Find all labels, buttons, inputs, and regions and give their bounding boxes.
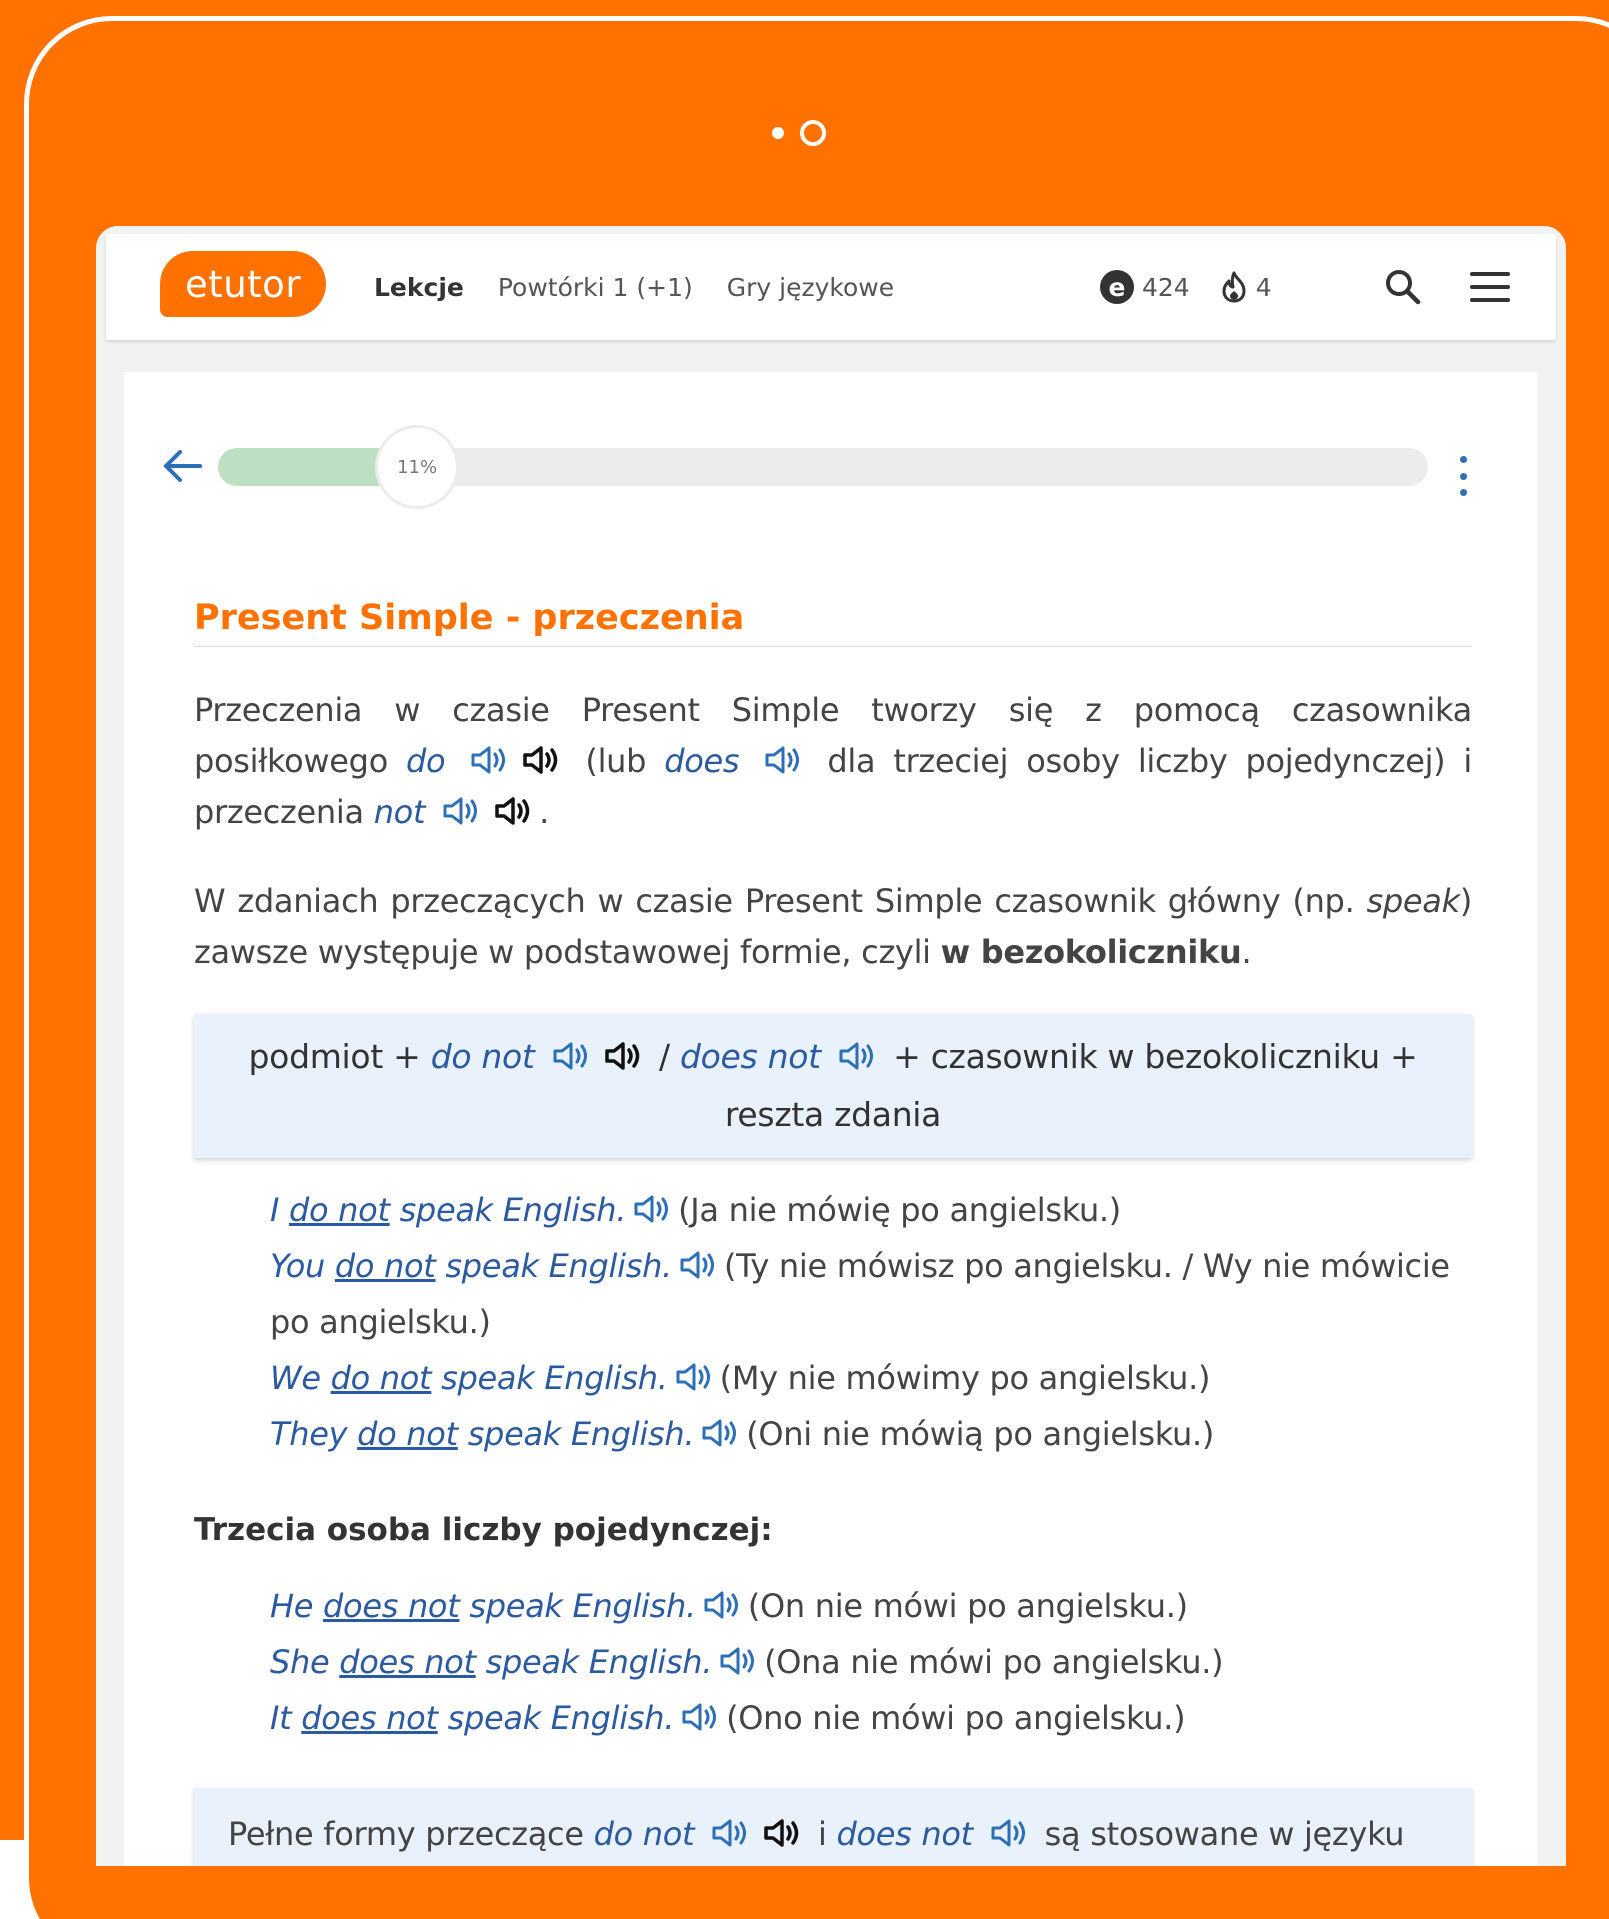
sensor-dot <box>771 127 784 139</box>
speaker-icon-dark[interactable] <box>493 795 533 827</box>
camera-ring <box>799 120 826 146</box>
speaker-icon[interactable] <box>763 744 803 776</box>
speaker-icon[interactable] <box>551 1040 591 1072</box>
note-box: Pełne formy przeczące do not i does not … <box>194 1788 1472 1866</box>
streak-counter[interactable]: 4 <box>1220 271 1272 303</box>
main-nav: Lekcje Powtórki 1 (+1) Gry językowe <box>374 234 894 340</box>
app-screen: etutor Lekcje Powtórki 1 (+1) Gry języko… <box>96 226 1566 1866</box>
speaker-icon[interactable] <box>678 1249 718 1281</box>
progress-knob: 11% <box>375 425 460 509</box>
back-arrow-icon[interactable] <box>160 446 204 486</box>
speaker-icon[interactable] <box>680 1701 720 1733</box>
progress-fill <box>218 448 382 486</box>
user-stats: e 424 4 <box>1100 234 1272 340</box>
speaker-icon-dark[interactable] <box>521 744 561 776</box>
example-sentence: We do not speak English. (My nie mówimy p… <box>270 1359 1211 1397</box>
nav-item-reviews[interactable]: Powtórki 1 (+1) <box>498 273 693 302</box>
etutor-logo[interactable]: etutor <box>160 251 326 317</box>
speaker-icon[interactable] <box>632 1193 672 1225</box>
more-options-icon[interactable] <box>1458 456 1468 496</box>
speaker-icon[interactable] <box>837 1040 877 1072</box>
nav-item-lessons[interactable]: Lekcje <box>374 273 464 302</box>
infinitive-paragraph: W zdaniach przeczących w czasie Present … <box>194 882 1472 971</box>
lesson-title: Present Simple - przeczenia <box>194 598 1472 647</box>
top-navigation-bar: etutor Lekcje Powtórki 1 (+1) Gry języko… <box>106 234 1556 340</box>
e-coin-icon: e <box>1100 270 1134 304</box>
speaker-icon[interactable] <box>441 795 481 827</box>
lesson-content: Present Simple - przeczenia Przeczenia w… <box>194 598 1472 1866</box>
streak-value: 4 <box>1255 272 1272 302</box>
example-sentence: He does not speak English. (On nie mówi p… <box>270 1587 1188 1625</box>
search-icon[interactable] <box>1383 267 1423 307</box>
third-person-examples: He does not speak English. (On nie mówi p… <box>194 1578 1472 1746</box>
example-sentence: She does not speak English. (Ona nie mówi… <box>270 1643 1224 1681</box>
example-sentence: You do not speak English. (Ty nie mówisz … <box>270 1247 1450 1341</box>
intro-paragraph: Przeczenia w czasie Present Simple tworz… <box>194 691 1472 831</box>
nav-item-language-games[interactable]: Gry językowe <box>727 273 894 302</box>
speaker-icon[interactable] <box>702 1589 742 1621</box>
example-sentence: They do not speak English. (Oni nie mówią… <box>270 1415 1215 1453</box>
formula-box: podmiot + do not / does not + czasownik … <box>194 1014 1472 1158</box>
lesson-card: 11% Present Simple - przeczenia Przeczen… <box>124 372 1538 1866</box>
points-counter[interactable]: e 424 <box>1100 270 1190 304</box>
examples-list: I do not speak English. (Ja nie mówię po … <box>194 1182 1472 1462</box>
example-sentence: It does not speak English. (Ono nie mówi … <box>270 1699 1186 1737</box>
camera-dots <box>0 118 1609 148</box>
hamburger-menu-icon[interactable] <box>1470 272 1510 302</box>
speaker-icon[interactable] <box>469 744 509 776</box>
speaker-icon[interactable] <box>700 1417 740 1449</box>
speaker-icon[interactable] <box>718 1645 758 1677</box>
example-sentence: I do not speak English. (Ja nie mówię po … <box>270 1191 1121 1229</box>
progress-percent: 11% <box>397 456 438 478</box>
lesson-progress-bar: 11% <box>218 425 1428 509</box>
speaker-icon[interactable] <box>710 1817 750 1849</box>
speaker-icon-dark[interactable] <box>762 1817 802 1849</box>
third-person-heading: Trzecia osoba liczby pojedynczej: <box>194 1512 773 1548</box>
flame-icon <box>1222 271 1246 303</box>
speaker-icon[interactable] <box>989 1817 1029 1849</box>
points-value: 424 <box>1142 272 1190 302</box>
speaker-icon-dark[interactable] <box>603 1040 643 1072</box>
speaker-icon[interactable] <box>674 1361 714 1393</box>
